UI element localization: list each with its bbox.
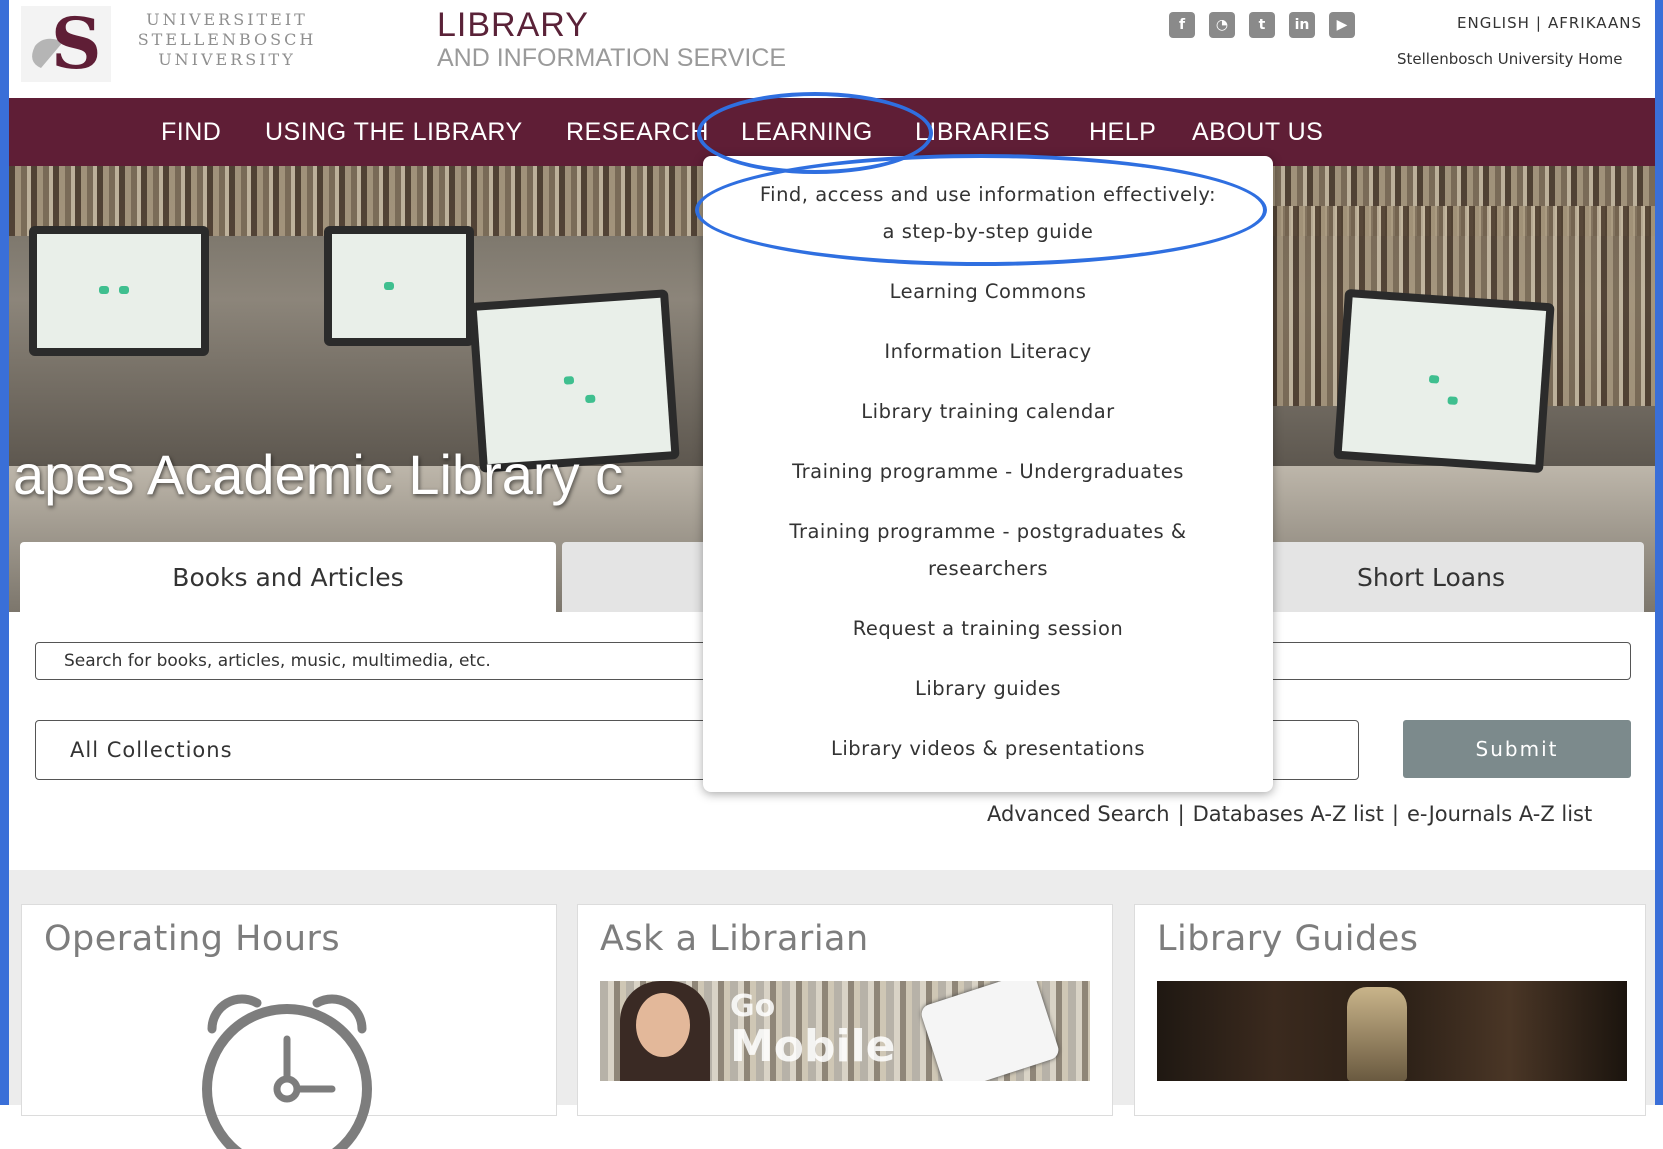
menu-item-find-access-use[interactable]: a step-by-step guide — [703, 213, 1273, 251]
nav-using-the-library[interactable]: USING THE LIBRARY — [265, 118, 523, 147]
logo-line: UNIVERSITEIT — [146, 10, 308, 29]
justice-statue-image — [1347, 987, 1407, 1081]
rss-icon[interactable]: ◔ — [1209, 12, 1235, 38]
advanced-search-link[interactable]: Advanced Search — [987, 802, 1170, 826]
university-name: UNIVERSITEIT STELLENBOSCH UNIVERSITY — [127, 10, 327, 70]
nav-libraries[interactable]: LIBRARIES — [915, 118, 1050, 147]
svg-text:S: S — [51, 6, 102, 82]
ejournals-az-link[interactable]: e-Journals A-Z list — [1407, 802, 1592, 826]
nav-about-us[interactable]: ABOUT US — [1192, 118, 1323, 147]
site-title[interactable]: LIBRARY — [437, 6, 589, 45]
library-guides-image[interactable] — [1157, 981, 1627, 1081]
computer-monitor-image — [324, 226, 474, 346]
youtube-icon[interactable]: ▶ — [1329, 12, 1355, 38]
menu-item-information-literacy[interactable]: Information Literacy — [703, 333, 1273, 371]
tab-books-and-articles[interactable]: Books and Articles — [20, 542, 556, 612]
linkedin-icon[interactable]: in — [1289, 12, 1315, 38]
lang-separator: | — [1535, 14, 1542, 32]
panel-title: Library Guides — [1157, 919, 1419, 959]
panel-title: Operating Hours — [44, 919, 341, 959]
nav-help[interactable]: HELP — [1089, 118, 1156, 147]
nav-research[interactable]: RESEARCH — [566, 118, 709, 147]
ask-a-librarian-panel[interactable]: Ask a Librarian Go Mobile — [577, 904, 1113, 1116]
lang-english-link[interactable]: ENGLISH — [1457, 14, 1530, 32]
menu-item-training-postgraduates[interactable]: researchers — [703, 550, 1273, 588]
menu-item-learning-commons[interactable]: Learning Commons — [703, 273, 1273, 311]
twitter-icon[interactable]: t — [1249, 12, 1275, 38]
image-text-go: Go — [730, 989, 776, 1024]
menu-item-training-postgraduates[interactable]: Training programme - postgraduates & — [703, 513, 1273, 551]
su-home-link[interactable]: Stellenbosch University Home — [1397, 50, 1622, 68]
link-separator: | — [1177, 802, 1185, 826]
link-separator: | — [1391, 802, 1399, 826]
library-guides-panel[interactable]: Library Guides — [1134, 904, 1646, 1116]
computer-monitor-image — [1333, 288, 1555, 474]
feature-panels: Operating Hours Ask a Librarian Go Mobil… — [9, 870, 1655, 1149]
menu-item-request-training[interactable]: Request a training session — [703, 610, 1273, 648]
menu-item-training-undergraduates[interactable]: Training programme - Undergraduates — [703, 453, 1273, 491]
menu-item-find-access-use[interactable]: Find, access and use information effecti… — [703, 176, 1273, 214]
university-logo[interactable]: S — [21, 2, 111, 85]
logo-line: STELLENBOSCH — [137, 30, 317, 49]
hero-caption: apes Academic Library c — [13, 443, 624, 506]
site-header: S UNIVERSITEIT STELLENBOSCH UNIVERSITY L… — [9, 0, 1655, 98]
language-switcher: ENGLISH | AFRIKAANS — [1454, 14, 1645, 32]
facebook-icon[interactable]: f — [1169, 12, 1195, 38]
phone-image — [919, 981, 1061, 1081]
learning-dropdown-menu: Find, access and use information effecti… — [703, 156, 1273, 792]
go-mobile-image[interactable]: Go Mobile — [600, 981, 1090, 1081]
social-links: f ◔ t in ▶ — [1169, 12, 1355, 38]
site-subtitle: AND INFORMATION SERVICE — [437, 44, 787, 72]
menu-item-training-calendar[interactable]: Library training calendar — [703, 393, 1273, 431]
menu-item-library-videos[interactable]: Library videos & presentations — [703, 730, 1273, 768]
image-text-mobile: Mobile — [730, 1021, 896, 1072]
submit-button[interactable]: Submit — [1403, 720, 1631, 778]
computer-monitor-image — [29, 226, 209, 356]
librarian-face — [636, 993, 690, 1057]
search-links: Advanced Search | Databases A-Z list | e-Jou… — [987, 802, 1592, 826]
menu-item-library-guides[interactable]: Library guides — [703, 670, 1273, 708]
databases-az-link[interactable]: Databases A-Z list — [1193, 802, 1384, 826]
nav-learning[interactable]: LEARNING — [741, 118, 873, 147]
nav-find[interactable]: FIND — [161, 118, 221, 147]
logo-line: UNIVERSITY — [158, 50, 296, 69]
alarm-clock-icon — [202, 994, 372, 1149]
operating-hours-panel[interactable]: Operating Hours — [21, 904, 557, 1149]
panel-title: Ask a Librarian — [600, 919, 869, 959]
lang-afrikaans-link[interactable]: AFRIKAANS — [1548, 14, 1642, 32]
